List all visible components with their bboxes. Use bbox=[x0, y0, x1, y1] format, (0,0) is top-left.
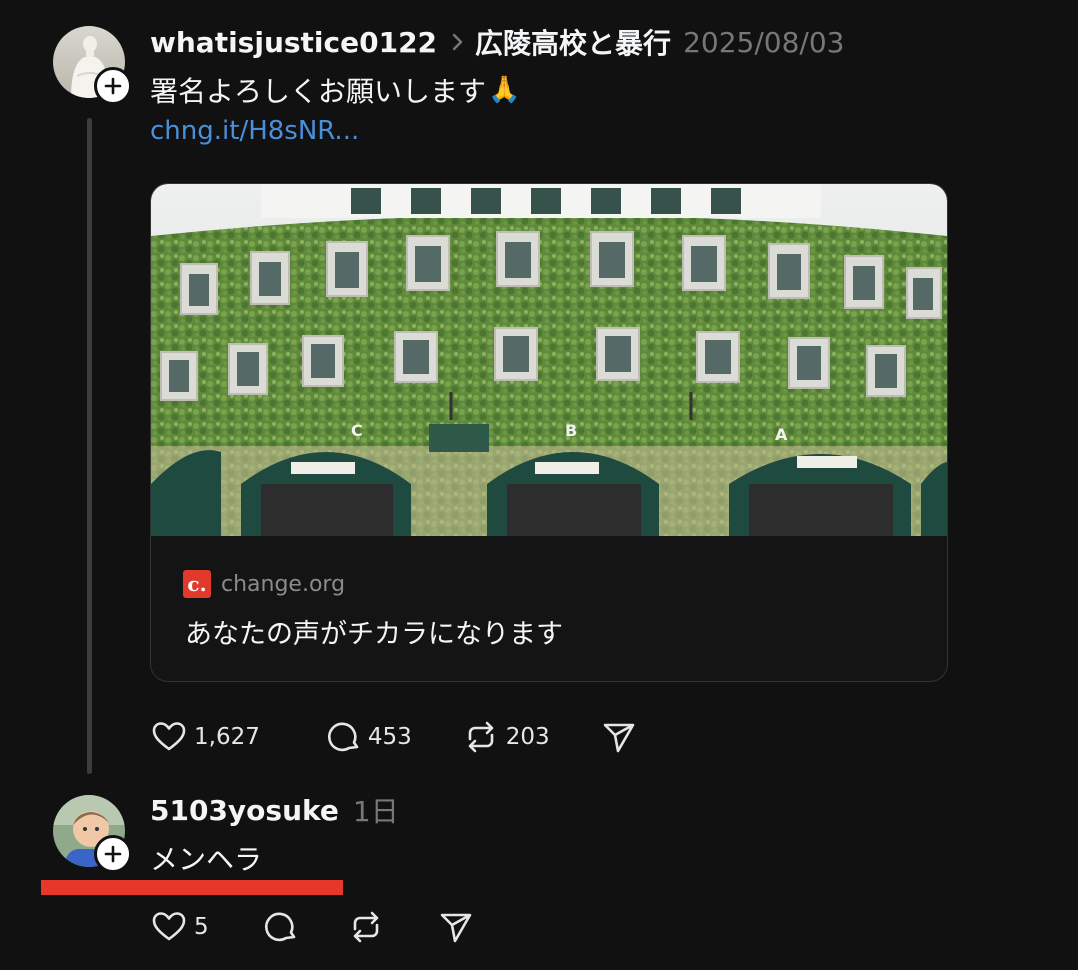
comment-icon bbox=[327, 722, 359, 752]
reply-share-button[interactable] bbox=[437, 908, 475, 946]
reply-username[interactable]: 5103yosuke bbox=[150, 794, 339, 827]
link-preview-image: C B A bbox=[151, 184, 947, 536]
share-icon bbox=[440, 913, 471, 943]
reply-text: メンヘラ bbox=[150, 843, 263, 876]
reply-button[interactable]: 453 bbox=[324, 718, 412, 756]
reply-like-count: 5 bbox=[194, 914, 209, 940]
change-org-logo: c. bbox=[183, 570, 211, 598]
thread-connector-line bbox=[87, 118, 92, 774]
highlight-underline bbox=[41, 880, 343, 895]
heart-icon bbox=[152, 912, 186, 941]
link-card-source: c. change.org bbox=[183, 570, 345, 598]
reply-count: 453 bbox=[367, 724, 412, 750]
repost-button[interactable]: 203 bbox=[462, 718, 550, 756]
share-button[interactable] bbox=[600, 718, 638, 756]
like-button[interactable]: 1,627 bbox=[150, 718, 260, 756]
post-actions: 1,627 453 203 bbox=[150, 716, 638, 758]
reply-header: 5103yosuke 1日 bbox=[150, 790, 399, 830]
repost-icon bbox=[353, 911, 378, 943]
link-card-title: あなたの声がチカラになります bbox=[185, 619, 563, 650]
svg-text:C: C bbox=[351, 421, 363, 440]
follow-button[interactable] bbox=[94, 67, 132, 105]
svg-text:A: A bbox=[775, 425, 788, 444]
post-text: 署名よろしくお願いします bbox=[150, 75, 487, 108]
reply-follow-button[interactable] bbox=[94, 835, 132, 873]
post-username[interactable]: whatisjustice0122 bbox=[150, 26, 437, 59]
reply-actions: 5 bbox=[150, 906, 475, 948]
post-link[interactable]: chng.it/H8sNR... bbox=[150, 116, 359, 146]
repost-icon bbox=[468, 721, 494, 753]
chevron-right-icon bbox=[451, 31, 465, 53]
pray-emoji: 🙏 bbox=[488, 75, 521, 105]
reply-timestamp[interactable]: 1日 bbox=[353, 790, 399, 830]
svg-text:B: B bbox=[565, 421, 577, 440]
reply-repost-button[interactable] bbox=[347, 908, 385, 946]
reply-body: メンヘラ bbox=[150, 838, 262, 878]
reply-like-button[interactable]: 5 bbox=[150, 908, 209, 946]
post-timestamp[interactable]: 2025/08/03 bbox=[683, 26, 844, 59]
post-topic-tag[interactable]: 広陵高校と暴行 bbox=[475, 22, 671, 62]
comment-icon bbox=[264, 912, 295, 942]
link-card-domain: change.org bbox=[221, 571, 346, 597]
post-body: 署名よろしくお願いします 🙏 bbox=[150, 70, 520, 110]
post-header: whatisjustice0122 広陵高校と暴行 2025/08/03 bbox=[150, 22, 844, 62]
like-count: 1,627 bbox=[194, 724, 260, 750]
link-preview-card[interactable]: C B A c. change.org あなたの声がチカラになります bbox=[150, 183, 948, 682]
reply-reply-button[interactable] bbox=[261, 908, 299, 946]
thread-view: whatisjustice0122 広陵高校と暴行 2025/08/03 署名よ… bbox=[0, 0, 1078, 970]
plus-icon bbox=[104, 845, 122, 863]
heart-icon bbox=[152, 722, 186, 751]
share-icon bbox=[603, 723, 634, 753]
plus-icon bbox=[104, 77, 122, 95]
repost-count: 203 bbox=[505, 724, 550, 750]
